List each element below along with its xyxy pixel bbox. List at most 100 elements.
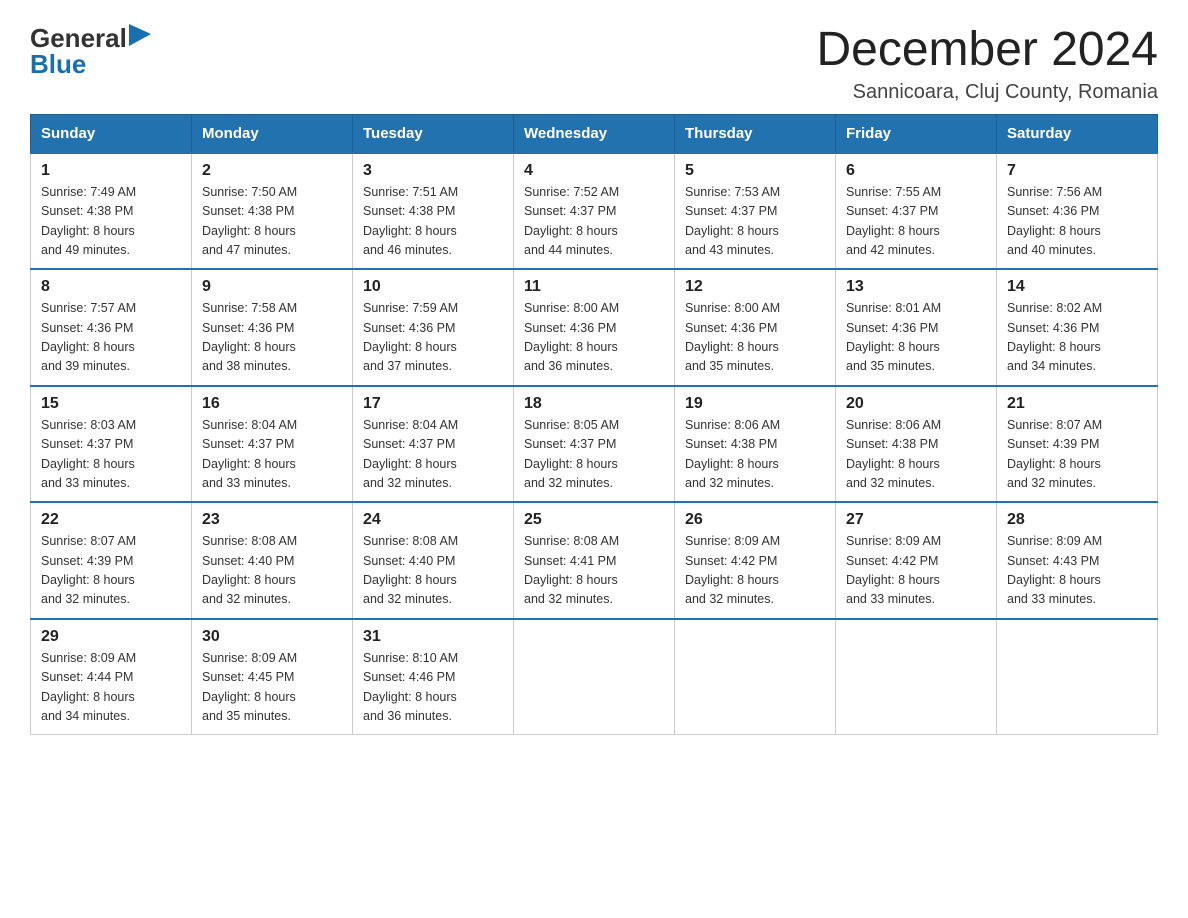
day-info: Sunrise: 8:02 AMSunset: 4:36 PMDaylight:… <box>1007 301 1102 373</box>
day-number: 14 <box>1007 278 1147 296</box>
day-info: Sunrise: 8:09 AMSunset: 4:42 PMDaylight:… <box>685 534 780 606</box>
calendar-day-cell: 11 Sunrise: 8:00 AMSunset: 4:36 PMDaylig… <box>514 269 675 386</box>
logo-general-text: General <box>30 25 127 51</box>
day-info: Sunrise: 8:07 AMSunset: 4:39 PMDaylight:… <box>41 534 136 606</box>
day-number: 21 <box>1007 395 1147 413</box>
day-number: 7 <box>1007 162 1147 180</box>
calendar-header-row: Sunday Monday Tuesday Wednesday Thursday… <box>31 114 1158 153</box>
calendar-day-cell <box>514 619 675 735</box>
day-info: Sunrise: 7:50 AMSunset: 4:38 PMDaylight:… <box>202 185 297 257</box>
calendar-week-row: 22 Sunrise: 8:07 AMSunset: 4:39 PMDaylig… <box>31 502 1158 619</box>
day-info: Sunrise: 8:04 AMSunset: 4:37 PMDaylight:… <box>202 418 297 490</box>
day-info: Sunrise: 8:06 AMSunset: 4:38 PMDaylight:… <box>685 418 780 490</box>
calendar-day-cell: 26 Sunrise: 8:09 AMSunset: 4:42 PMDaylig… <box>675 502 836 619</box>
calendar-day-cell: 7 Sunrise: 7:56 AMSunset: 4:36 PMDayligh… <box>997 153 1158 270</box>
day-number: 25 <box>524 511 664 529</box>
day-number: 19 <box>685 395 825 413</box>
day-info: Sunrise: 8:01 AMSunset: 4:36 PMDaylight:… <box>846 301 941 373</box>
calendar-day-cell: 13 Sunrise: 8:01 AMSunset: 4:36 PMDaylig… <box>836 269 997 386</box>
day-info: Sunrise: 8:10 AMSunset: 4:46 PMDaylight:… <box>363 651 458 723</box>
page-header: General Blue December 2024 Sannicoara, C… <box>30 24 1158 104</box>
day-number: 4 <box>524 162 664 180</box>
logo-triangle-icon <box>129 24 151 46</box>
logo-blue-text: Blue <box>30 51 86 77</box>
col-thursday: Thursday <box>675 114 836 153</box>
calendar-day-cell: 20 Sunrise: 8:06 AMSunset: 4:38 PMDaylig… <box>836 386 997 503</box>
calendar-day-cell: 14 Sunrise: 8:02 AMSunset: 4:36 PMDaylig… <box>997 269 1158 386</box>
day-info: Sunrise: 8:06 AMSunset: 4:38 PMDaylight:… <box>846 418 941 490</box>
day-number: 8 <box>41 278 181 296</box>
day-info: Sunrise: 7:52 AMSunset: 4:37 PMDaylight:… <box>524 185 619 257</box>
day-number: 11 <box>524 278 664 296</box>
day-info: Sunrise: 8:00 AMSunset: 4:36 PMDaylight:… <box>524 301 619 373</box>
calendar-day-cell <box>836 619 997 735</box>
col-saturday: Saturday <box>997 114 1158 153</box>
calendar-day-cell: 24 Sunrise: 8:08 AMSunset: 4:40 PMDaylig… <box>353 502 514 619</box>
calendar-day-cell: 1 Sunrise: 7:49 AMSunset: 4:38 PMDayligh… <box>31 153 192 270</box>
day-info: Sunrise: 8:08 AMSunset: 4:40 PMDaylight:… <box>202 534 297 606</box>
col-monday: Monday <box>192 114 353 153</box>
location-subtitle: Sannicoara, Cluj County, Romania <box>816 81 1158 104</box>
day-number: 30 <box>202 628 342 646</box>
calendar-day-cell: 6 Sunrise: 7:55 AMSunset: 4:37 PMDayligh… <box>836 153 997 270</box>
day-info: Sunrise: 7:55 AMSunset: 4:37 PMDaylight:… <box>846 185 941 257</box>
calendar-day-cell: 5 Sunrise: 7:53 AMSunset: 4:37 PMDayligh… <box>675 153 836 270</box>
calendar-day-cell: 12 Sunrise: 8:00 AMSunset: 4:36 PMDaylig… <box>675 269 836 386</box>
day-number: 15 <box>41 395 181 413</box>
day-info: Sunrise: 8:00 AMSunset: 4:36 PMDaylight:… <box>685 301 780 373</box>
day-number: 9 <box>202 278 342 296</box>
day-number: 24 <box>363 511 503 529</box>
calendar-day-cell: 28 Sunrise: 8:09 AMSunset: 4:43 PMDaylig… <box>997 502 1158 619</box>
day-info: Sunrise: 8:05 AMSunset: 4:37 PMDaylight:… <box>524 418 619 490</box>
day-number: 12 <box>685 278 825 296</box>
day-number: 29 <box>41 628 181 646</box>
day-number: 1 <box>41 162 181 180</box>
calendar-day-cell: 16 Sunrise: 8:04 AMSunset: 4:37 PMDaylig… <box>192 386 353 503</box>
calendar-day-cell: 9 Sunrise: 7:58 AMSunset: 4:36 PMDayligh… <box>192 269 353 386</box>
day-number: 16 <box>202 395 342 413</box>
day-info: Sunrise: 7:56 AMSunset: 4:36 PMDaylight:… <box>1007 185 1102 257</box>
day-info: Sunrise: 8:09 AMSunset: 4:43 PMDaylight:… <box>1007 534 1102 606</box>
calendar-week-row: 29 Sunrise: 8:09 AMSunset: 4:44 PMDaylig… <box>31 619 1158 735</box>
day-number: 31 <box>363 628 503 646</box>
day-info: Sunrise: 7:51 AMSunset: 4:38 PMDaylight:… <box>363 185 458 257</box>
day-number: 13 <box>846 278 986 296</box>
col-sunday: Sunday <box>31 114 192 153</box>
day-info: Sunrise: 7:59 AMSunset: 4:36 PMDaylight:… <box>363 301 458 373</box>
calendar-day-cell: 18 Sunrise: 8:05 AMSunset: 4:37 PMDaylig… <box>514 386 675 503</box>
day-number: 3 <box>363 162 503 180</box>
logo: General Blue <box>30 24 151 77</box>
day-info: Sunrise: 8:07 AMSunset: 4:39 PMDaylight:… <box>1007 418 1102 490</box>
calendar-day-cell: 19 Sunrise: 8:06 AMSunset: 4:38 PMDaylig… <box>675 386 836 503</box>
day-info: Sunrise: 7:49 AMSunset: 4:38 PMDaylight:… <box>41 185 136 257</box>
day-info: Sunrise: 7:53 AMSunset: 4:37 PMDaylight:… <box>685 185 780 257</box>
day-info: Sunrise: 8:09 AMSunset: 4:45 PMDaylight:… <box>202 651 297 723</box>
day-info: Sunrise: 8:04 AMSunset: 4:37 PMDaylight:… <box>363 418 458 490</box>
day-info: Sunrise: 8:08 AMSunset: 4:40 PMDaylight:… <box>363 534 458 606</box>
calendar-day-cell: 17 Sunrise: 8:04 AMSunset: 4:37 PMDaylig… <box>353 386 514 503</box>
calendar-day-cell: 29 Sunrise: 8:09 AMSunset: 4:44 PMDaylig… <box>31 619 192 735</box>
calendar-day-cell: 27 Sunrise: 8:09 AMSunset: 4:42 PMDaylig… <box>836 502 997 619</box>
calendar-day-cell: 10 Sunrise: 7:59 AMSunset: 4:36 PMDaylig… <box>353 269 514 386</box>
calendar-day-cell: 8 Sunrise: 7:57 AMSunset: 4:36 PMDayligh… <box>31 269 192 386</box>
day-number: 26 <box>685 511 825 529</box>
day-number: 28 <box>1007 511 1147 529</box>
calendar-day-cell: 15 Sunrise: 8:03 AMSunset: 4:37 PMDaylig… <box>31 386 192 503</box>
day-info: Sunrise: 8:09 AMSunset: 4:44 PMDaylight:… <box>41 651 136 723</box>
calendar-day-cell: 30 Sunrise: 8:09 AMSunset: 4:45 PMDaylig… <box>192 619 353 735</box>
calendar-week-row: 8 Sunrise: 7:57 AMSunset: 4:36 PMDayligh… <box>31 269 1158 386</box>
calendar-day-cell <box>997 619 1158 735</box>
calendar-day-cell: 25 Sunrise: 8:08 AMSunset: 4:41 PMDaylig… <box>514 502 675 619</box>
calendar-week-row: 15 Sunrise: 8:03 AMSunset: 4:37 PMDaylig… <box>31 386 1158 503</box>
day-number: 17 <box>363 395 503 413</box>
day-number: 23 <box>202 511 342 529</box>
calendar-day-cell: 3 Sunrise: 7:51 AMSunset: 4:38 PMDayligh… <box>353 153 514 270</box>
calendar-day-cell: 4 Sunrise: 7:52 AMSunset: 4:37 PMDayligh… <box>514 153 675 270</box>
day-info: Sunrise: 7:58 AMSunset: 4:36 PMDaylight:… <box>202 301 297 373</box>
day-number: 6 <box>846 162 986 180</box>
day-info: Sunrise: 7:57 AMSunset: 4:36 PMDaylight:… <box>41 301 136 373</box>
calendar-day-cell <box>675 619 836 735</box>
calendar-day-cell: 21 Sunrise: 8:07 AMSunset: 4:39 PMDaylig… <box>997 386 1158 503</box>
day-number: 20 <box>846 395 986 413</box>
day-info: Sunrise: 8:03 AMSunset: 4:37 PMDaylight:… <box>41 418 136 490</box>
